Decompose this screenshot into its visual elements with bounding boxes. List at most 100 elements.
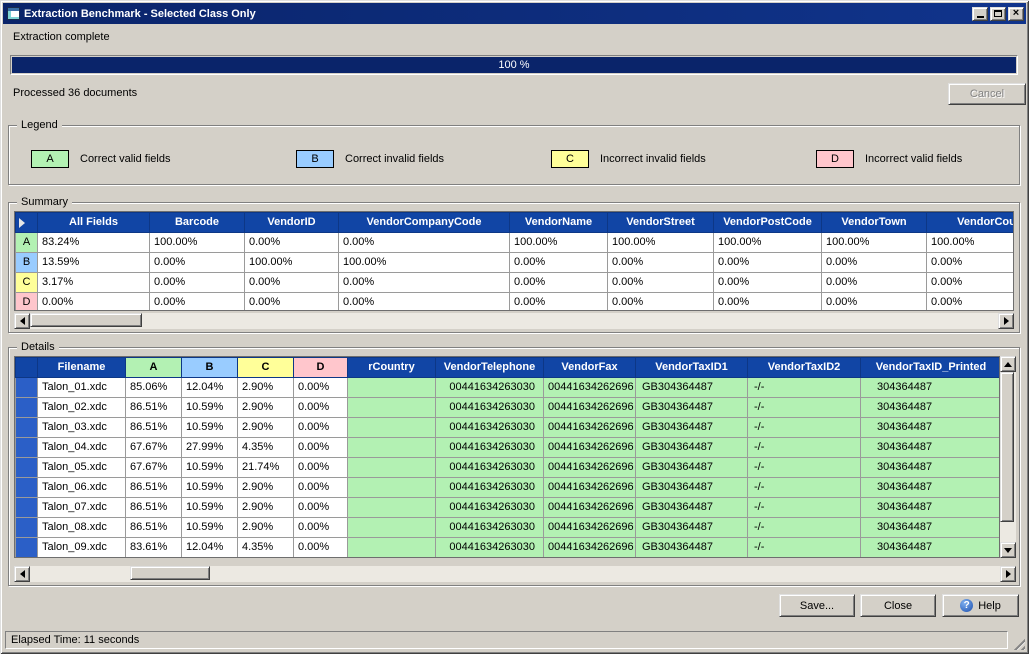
arrow-up-icon [1004, 358, 1012, 367]
summary-cell: 0.00% [245, 233, 339, 253]
details-cell [348, 378, 436, 398]
row-selector-cell[interactable] [16, 378, 38, 398]
save-button[interactable]: Save... [779, 594, 855, 617]
summary-cell: 0.00% [245, 293, 339, 312]
details-column-header[interactable]: A [126, 358, 182, 378]
app-icon [7, 7, 20, 20]
details-cell: 12.04% [182, 538, 238, 558]
details-header-row: FilenameABCDrCountryVendorTelephoneVendo… [16, 358, 1001, 378]
scroll-up-button[interactable] [1000, 356, 1016, 372]
row-selector-cell[interactable] [16, 538, 38, 558]
details-column-header[interactable]: Filename [38, 358, 126, 378]
row-selector-cell[interactable] [16, 458, 38, 478]
legend-item: ACorrect valid fields [31, 150, 170, 168]
details-column-header[interactable]: VendorFax [544, 358, 636, 378]
details-horizontal-scrollbar[interactable] [14, 566, 1016, 582]
resize-grip-icon[interactable] [1011, 636, 1025, 650]
scroll-thumb[interactable] [30, 313, 142, 327]
scroll-track[interactable] [1000, 372, 1016, 542]
details-column-header[interactable]: VendorTelephone [436, 358, 544, 378]
summary-column-header[interactable]: VendorStreet [608, 213, 714, 233]
scroll-right-button[interactable] [998, 313, 1014, 329]
details-column-header[interactable]: B [182, 358, 238, 378]
details-cell: Talon_02.xdc [38, 398, 126, 418]
summary-table-wrap: All FieldsBarcodeVendorIDVendorCompanyCo… [14, 211, 1014, 311]
summary-column-header[interactable]: VendorTown [822, 213, 927, 233]
scroll-left-button[interactable] [14, 313, 30, 329]
row-selector-cell[interactable] [16, 478, 38, 498]
cancel-button[interactable]: Cancel [948, 83, 1026, 105]
summary-cell: 0.00% [150, 253, 245, 273]
summary-cell: 0.00% [150, 293, 245, 312]
scroll-track[interactable] [30, 313, 998, 329]
scroll-thumb[interactable] [1000, 372, 1014, 522]
row-selector-cell[interactable] [16, 398, 38, 418]
summary-corner-cell[interactable] [16, 213, 38, 233]
details-column-header[interactable]: VendorTaxID2 [748, 358, 861, 378]
arrow-left-icon [16, 317, 25, 325]
row-selector-cell[interactable] [16, 518, 38, 538]
details-cell: 0.00% [294, 478, 348, 498]
details-cell: 00441634263030 [436, 478, 544, 498]
details-column-header[interactable]: VendorTaxID_Printed [861, 358, 1001, 378]
summary-column-header[interactable]: Barcode [150, 213, 245, 233]
details-cell: 304364487 [861, 458, 1001, 478]
close-dialog-button[interactable]: Close [860, 594, 936, 617]
row-selector-cell[interactable] [16, 418, 38, 438]
scroll-thumb[interactable] [130, 566, 210, 580]
details-column-header[interactable]: C [238, 358, 294, 378]
scroll-track[interactable] [30, 566, 1000, 582]
summary-column-header[interactable]: VendorPostCode [714, 213, 822, 233]
details-group-title: Details [17, 341, 59, 353]
details-column-header[interactable]: VendorTaxID1 [636, 358, 748, 378]
summary-cell: 0.00% [822, 253, 927, 273]
legend-item-label: Incorrect invalid fields [600, 153, 706, 165]
summary-cell: 0.00% [510, 253, 608, 273]
scroll-right-button[interactable] [1000, 566, 1016, 582]
details-cell: 0.00% [294, 418, 348, 438]
summary-row: A83.24%100.00%0.00%0.00%100.00%100.00%10… [16, 233, 1015, 253]
summary-column-header[interactable]: All Fields [38, 213, 150, 233]
details-cell: 85.06% [126, 378, 182, 398]
title-bar[interactable]: Extraction Benchmark - Selected Class On… [3, 3, 1026, 24]
details-cell: 00441634263030 [436, 498, 544, 518]
corner-marker-icon [19, 218, 25, 228]
minimize-button[interactable] [972, 7, 988, 21]
details-cell: Talon_03.xdc [38, 418, 126, 438]
summary-column-header[interactable]: VendorCompanyCode [339, 213, 510, 233]
details-cell: 0.00% [294, 398, 348, 418]
summary-column-header[interactable]: VendorName [510, 213, 608, 233]
details-cell: 86.51% [126, 478, 182, 498]
details-cell: 10.59% [182, 518, 238, 538]
row-selector-cell[interactable] [16, 438, 38, 458]
details-cell: 0.00% [294, 378, 348, 398]
details-cell: 10.59% [182, 418, 238, 438]
help-button[interactable]: ? Help [942, 594, 1019, 617]
summary-horizontal-scrollbar[interactable] [14, 313, 1014, 329]
status-bar: Elapsed Time: 11 seconds [3, 629, 1026, 651]
window-title: Extraction Benchmark - Selected Class On… [24, 8, 970, 20]
details-vertical-scrollbar[interactable] [1000, 356, 1016, 558]
scroll-down-button[interactable] [1000, 542, 1016, 558]
details-corner-cell[interactable] [16, 358, 38, 378]
row-selector-cell[interactable] [16, 498, 38, 518]
arrow-right-icon [1004, 317, 1013, 325]
summary-row: C3.17%0.00%0.00%0.00%0.00%0.00%0.00%0.00… [16, 273, 1015, 293]
summary-row: D0.00%0.00%0.00%0.00%0.00%0.00%0.00%0.00… [16, 293, 1015, 312]
processed-count-label: Processed 36 documents [13, 87, 137, 99]
details-column-header[interactable]: D [294, 358, 348, 378]
close-button[interactable]: × [1008, 7, 1024, 21]
details-cell: Talon_01.xdc [38, 378, 126, 398]
summary-column-header[interactable]: VendorCou [927, 213, 1015, 233]
details-column-header[interactable]: rCountry [348, 358, 436, 378]
details-row: Talon_05.xdc67.67%10.59%21.74%0.00%00441… [16, 458, 1001, 478]
summary-table: All FieldsBarcodeVendorIDVendorCompanyCo… [15, 212, 1014, 311]
details-cell: -/- [748, 478, 861, 498]
details-cell: 67.67% [126, 438, 182, 458]
arrow-right-icon [1006, 570, 1015, 578]
scroll-left-button[interactable] [14, 566, 30, 582]
details-cell: GB304364487 [636, 498, 748, 518]
maximize-button[interactable] [990, 7, 1006, 21]
details-cell: 10.59% [182, 458, 238, 478]
summary-column-header[interactable]: VendorID [245, 213, 339, 233]
